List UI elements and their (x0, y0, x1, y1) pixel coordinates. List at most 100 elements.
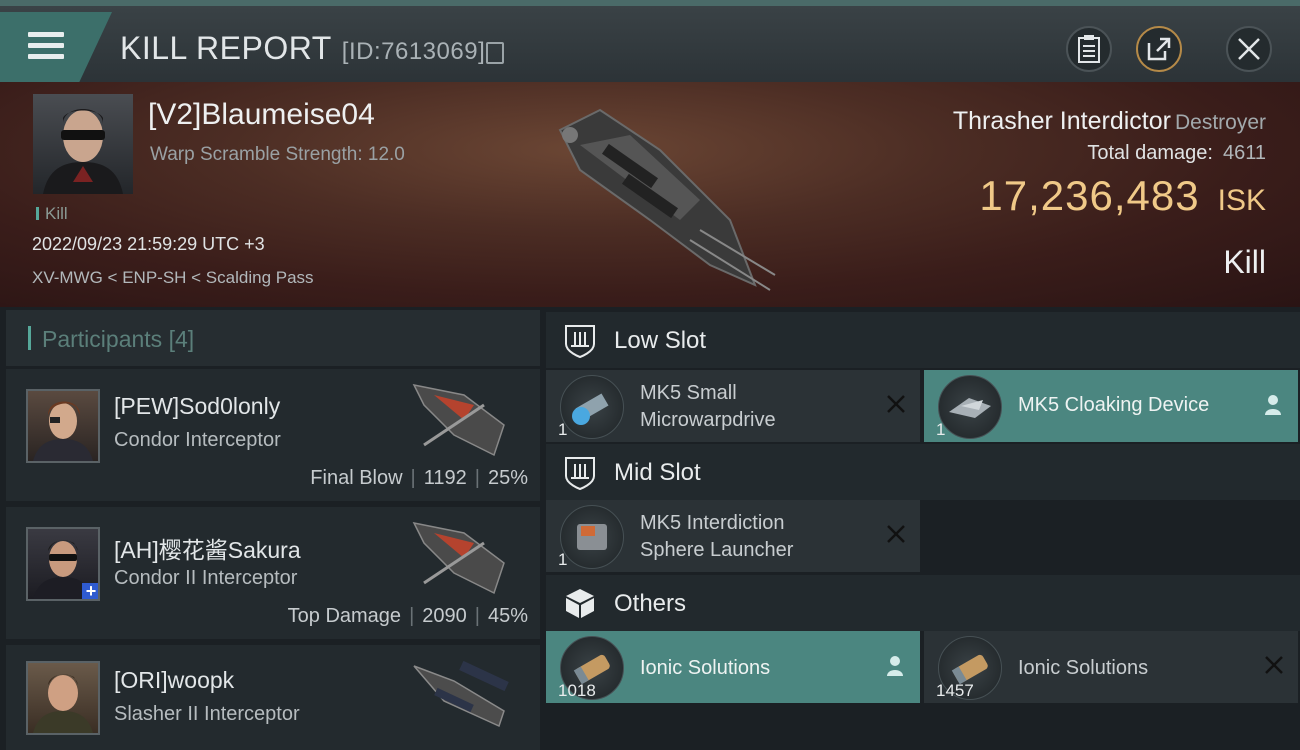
low-slot-header: Low Slot (546, 312, 1300, 368)
participants-header: Participants [4] (6, 310, 540, 366)
module-name-line1: Ionic Solutions (1018, 657, 1149, 679)
copy-icon[interactable] (486, 42, 504, 64)
participant-name[interactable]: [ORI]woopk (114, 667, 234, 694)
cloaking-device-icon (938, 375, 1002, 439)
module-item[interactable]: 1 MK5 Cloaking Device (924, 370, 1298, 442)
clipboard-icon (1078, 35, 1100, 63)
kill-tag: Kill (36, 204, 68, 224)
portrait-image (43, 109, 123, 194)
module-name: Ionic Solutions (640, 655, 770, 682)
module-quantity: 1457 (936, 681, 974, 700)
participant-ship: Condor Interceptor (114, 429, 281, 451)
module-item[interactable]: 1 MK5 Small Microwarpdrive (546, 370, 920, 442)
participant-stats: Top Damage | 2090 | 45% (287, 605, 528, 627)
participant-avatar[interactable]: + (26, 527, 100, 601)
module-quantity: 1 (558, 550, 568, 569)
participant-role: Top Damage (287, 605, 402, 627)
kill-datetime: 2022/09/23 21:59:29 UTC +3 (32, 234, 265, 254)
isk-amount: 17,236,483 (979, 172, 1200, 219)
module-name-line1: Ionic Solutions (640, 657, 771, 679)
shield-icon (565, 457, 595, 490)
participant-role: Final Blow (310, 467, 403, 489)
participant-percent: 45% (487, 605, 528, 627)
destroyed-x-icon (887, 395, 905, 413)
result-label: Kill (1223, 244, 1266, 280)
kill-banner: [V2]Blaumeise04 Warp Scramble Strength: … (0, 82, 1300, 307)
module-name-line1: MK5 Cloaking Device (1018, 394, 1210, 416)
participant-avatar[interactable] (26, 661, 100, 735)
shield-icon (565, 325, 595, 358)
participants-title: Participants [4] (42, 326, 194, 353)
participant-row[interactable]: + [AH]樱花酱Sakura Condor II Interceptor To… (6, 507, 540, 639)
participant-ship-image (412, 383, 505, 457)
participant-damage: 2090 (422, 605, 467, 627)
warp-scramble-strength: Warp Scramble Strength: 12.0 (150, 144, 405, 165)
low-slot-label: Low Slot (614, 327, 707, 354)
module-item[interactable]: 1457 Ionic Solutions (924, 631, 1298, 703)
victim-avatar[interactable] (33, 94, 133, 194)
others-label: Others (614, 590, 687, 617)
participant-row[interactable]: [PEW]Sod0lonly Condor Interceptor Final … (6, 369, 540, 501)
share-button[interactable] (1136, 26, 1182, 72)
destroyed-x-icon (887, 525, 905, 543)
close-button[interactable] (1226, 26, 1272, 72)
title-text: KILL REPORT (120, 30, 332, 66)
person-icon (887, 656, 903, 676)
module-name: MK5 Interdiction Sphere Launcher (640, 510, 793, 564)
participant-percent: 25% (487, 467, 528, 489)
ship-class: Destroyer (1174, 111, 1266, 134)
module-quantity: 1 (936, 420, 946, 439)
participant-ship-image (412, 521, 505, 595)
participants-label: Participants (42, 326, 163, 352)
module-name: Ionic Solutions (1018, 655, 1148, 682)
participant-ship: Condor II Interceptor (114, 567, 298, 589)
page-title: KILL REPORT [ID:7613069] (120, 30, 485, 67)
module-name: MK5 Small Microwarpdrive (640, 380, 776, 434)
victim-ship-image (558, 108, 776, 291)
damage-value: 4611 (1222, 142, 1266, 164)
victim-name[interactable]: [V2]Blaumeise04 (148, 98, 375, 132)
others-header: Others (546, 575, 1300, 631)
ship-type: Thrasher Interdictor Destroyer (953, 107, 1266, 136)
module-name-line1: MK5 Interdiction (640, 512, 785, 534)
mid-slot-label: Mid Slot (614, 459, 701, 486)
module-name-line2: Sphere Launcher (640, 539, 794, 561)
person-icon (1265, 395, 1281, 415)
isk-unit: ISK (1217, 184, 1266, 217)
participant-ship-image (413, 660, 509, 728)
menu-icon (28, 32, 64, 62)
microwarpdrive-icon (560, 375, 624, 439)
top-bar: KILL REPORT [ID:7613069] (0, 0, 1300, 84)
module-quantity: 1 (558, 420, 568, 439)
participant-damage: 1192 (423, 467, 467, 489)
destroyed-x-icon (1265, 656, 1283, 674)
participant-row[interactable]: [ORI]woopk Slasher II Interceptor (6, 645, 540, 750)
header-accent (28, 326, 31, 350)
menu-button[interactable] (0, 12, 112, 84)
module-item[interactable]: 1 MK5 Interdiction Sphere Launcher (546, 500, 920, 572)
damage-label: Total damage: (1087, 142, 1213, 164)
ship-name[interactable]: Thrasher Interdictor (953, 107, 1171, 135)
participants-count: [4] (168, 326, 195, 352)
isk-value: 17,236,483 ISK (979, 172, 1266, 220)
portrait-image (33, 401, 93, 461)
plus-badge: + (82, 582, 98, 599)
kill-location: XV-MWG < ENP-SH < Scalding Pass (32, 268, 314, 287)
module-name-line2: Microwarpdrive (640, 409, 776, 431)
module-quantity: 1018 (558, 681, 596, 700)
report-id: [ID:7613069] (341, 38, 486, 65)
sphere-launcher-icon (560, 505, 624, 569)
module-name: MK5 Cloaking Device (1018, 392, 1209, 419)
module-name-line1: MK5 Small (640, 382, 737, 404)
close-icon (1238, 38, 1260, 60)
total-damage: Total damage: 4611 (1087, 142, 1266, 165)
participant-name[interactable]: [AH]樱花酱Sakura (114, 531, 301, 565)
participant-name[interactable]: [PEW]Sod0lonly (114, 393, 280, 420)
portrait-image (33, 674, 93, 733)
box-icon (566, 589, 594, 618)
participant-avatar[interactable] (26, 389, 100, 463)
mid-slot-header: Mid Slot (546, 444, 1300, 500)
module-item[interactable]: 1018 Ionic Solutions (546, 631, 920, 703)
clipboard-button[interactable] (1066, 26, 1112, 72)
participant-ship: Slasher II Interceptor (114, 703, 300, 725)
